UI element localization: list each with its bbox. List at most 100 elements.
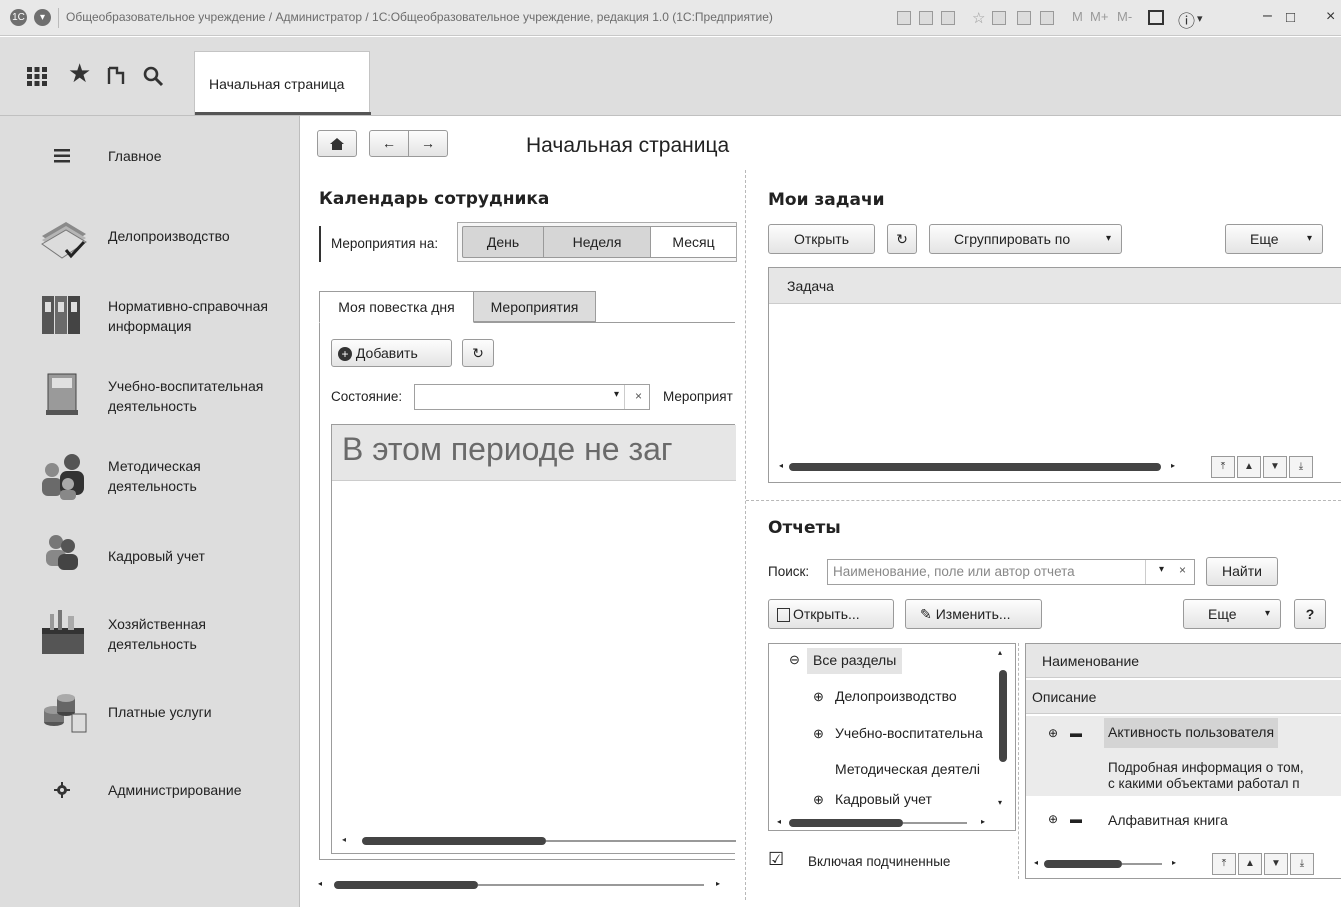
chevron-down-icon[interactable]: ▾	[1197, 12, 1203, 25]
report-search-input[interactable]: Наименование, поле или автор отчета ▾ ×	[827, 559, 1195, 585]
scroll-up-icon[interactable]: ▴	[998, 648, 1002, 657]
table-row[interactable]: ⊕ ▬ Алфавитная книга	[1026, 804, 1341, 838]
panel-layout-icon[interactable]	[1148, 10, 1164, 25]
next-row-button[interactable]: ▼	[1263, 456, 1287, 478]
scroll-left-icon[interactable]: ◂	[1034, 858, 1038, 867]
scroll-right-icon[interactable]: ▸	[716, 879, 720, 888]
tasks-open-button[interactable]: Открыть	[768, 224, 875, 254]
sidebar-item-methodical[interactable]: Методическая деятельность	[0, 442, 300, 512]
report-name-cell[interactable]: Алфавитная книга	[1108, 812, 1228, 828]
home-button[interactable]	[317, 130, 357, 157]
tree-horizontal-scrollbar[interactable]	[789, 819, 903, 827]
scroll-left-icon[interactable]: ◂	[777, 817, 781, 826]
save-icon[interactable]	[897, 11, 911, 25]
add-button[interactable]: + Добавить	[331, 339, 452, 367]
main-horizontal-scrollbar[interactable]	[334, 881, 478, 889]
period-day-button[interactable]: День	[462, 226, 544, 258]
calculator-icon[interactable]	[1017, 11, 1031, 25]
tree-toggle-icon[interactable]: ⊕	[813, 689, 824, 705]
last-row-button[interactable]: ⤓	[1290, 853, 1314, 875]
find-button[interactable]: Найти	[1206, 557, 1278, 586]
sidebar-item-records[interactable]: Делопроизводство	[0, 202, 300, 272]
help-button[interactable]: ?	[1294, 599, 1326, 629]
reports-horizontal-scrollbar[interactable]	[1044, 860, 1122, 868]
horizontal-scrollbar[interactable]	[362, 837, 546, 845]
memory-plus-button[interactable]: M+	[1090, 9, 1108, 24]
scroll-right-icon[interactable]: ▸	[1172, 858, 1176, 867]
sidebar-item-paid-services[interactable]: Платные услуги	[0, 682, 300, 752]
preview-icon[interactable]	[941, 11, 955, 25]
scroll-right-icon[interactable]: ▸	[981, 817, 985, 826]
sidebar-item-reference[interactable]: Нормативно-справочная информация	[0, 282, 300, 352]
dropdown-arrow-icon[interactable]: ▾	[614, 389, 619, 400]
tasks-refresh-button[interactable]: ↻	[887, 224, 917, 254]
refresh-button[interactable]: ↻	[462, 339, 494, 367]
search-icon[interactable]	[142, 65, 164, 91]
apps-grid-icon[interactable]	[26, 65, 48, 91]
tree-toggle-icon[interactable]: ⊕	[813, 726, 824, 742]
back-button[interactable]: ←	[369, 130, 409, 157]
state-select[interactable]: ▾ ×	[414, 384, 650, 410]
next-row-button[interactable]: ▼	[1264, 853, 1288, 875]
tree-item-records[interactable]: Делопроизводство	[835, 688, 957, 704]
tree-item-education[interactable]: Учебно-воспитательна	[835, 725, 995, 741]
sidebar-item-staff[interactable]: Кадровый учет	[0, 522, 300, 592]
last-row-button[interactable]: ⤓	[1289, 456, 1313, 478]
tasks-more-button[interactable]: Еще ▾	[1225, 224, 1323, 254]
report-open-button[interactable]: Открыть...	[768, 599, 894, 629]
reports-more-button[interactable]: Еще ▾	[1183, 599, 1281, 629]
period-week-button[interactable]: Неделя	[543, 226, 651, 258]
app-logo-icon[interactable]: 1C	[10, 9, 27, 26]
forward-button[interactable]: →	[408, 130, 448, 157]
tree-vertical-scrollbar[interactable]	[999, 670, 1007, 762]
history-icon[interactable]	[105, 65, 127, 91]
name-column-header[interactable]: Наименование	[1026, 644, 1341, 678]
scroll-left-icon[interactable]: ◂	[318, 879, 322, 888]
favorite-star-icon[interactable]: ☆	[972, 9, 985, 27]
first-row-button[interactable]: ⤒	[1211, 456, 1235, 478]
scroll-down-icon[interactable]: ▾	[998, 798, 1002, 807]
sidebar-item-main[interactable]: Главное	[0, 126, 300, 196]
include-subordinate-checkbox[interactable]: ☑	[768, 850, 784, 868]
table-row-selected[interactable]: ⊕ ▬ Активность пользователя Подробная ин…	[1026, 716, 1341, 796]
report-name-cell[interactable]: Активность пользователя	[1104, 718, 1279, 748]
close-icon[interactable]: ×	[1326, 8, 1335, 26]
sidebar-item-household[interactable]: Хозяйственная деятельность	[0, 600, 300, 670]
minimize-icon[interactable]: –	[1263, 7, 1272, 25]
scroll-left-icon[interactable]: ◂	[779, 461, 783, 470]
expand-icon[interactable]: ⊕	[1048, 812, 1058, 826]
tasks-table[interactable]: Задача ◂ ▸ ⤒ ▲ ▼ ⤓	[768, 267, 1341, 483]
scroll-right-icon[interactable]: ▸	[1171, 461, 1175, 470]
first-row-button[interactable]: ⤒	[1212, 853, 1236, 875]
report-edit-button[interactable]: ✎ Изменить...	[905, 599, 1042, 629]
description-column-header[interactable]: Описание	[1026, 680, 1341, 714]
period-month-button[interactable]: Месяц	[650, 226, 736, 258]
memory-minus-button[interactable]: M-	[1117, 9, 1132, 24]
sidebar-item-administration[interactable]: Администрирование	[0, 758, 300, 828]
expand-icon[interactable]: ⊕	[1048, 726, 1058, 740]
dropdown-arrow-icon[interactable]: ▾	[1159, 564, 1164, 575]
tab-events[interactable]: Мероприятия	[474, 291, 596, 322]
task-column-header[interactable]: Задача	[769, 268, 1341, 304]
sidebar-item-education[interactable]: Учебно-воспитательная деятельность	[0, 362, 300, 432]
calendar-icon[interactable]	[1040, 11, 1054, 25]
tab-home-page[interactable]: Начальная страница	[194, 51, 371, 115]
group-by-button[interactable]: Сгруппировать по ▾	[929, 224, 1122, 254]
scroll-left-icon[interactable]: ◂	[342, 835, 346, 844]
bookmark-icon[interactable]	[992, 11, 1006, 25]
tree-item-all-sections[interactable]: Все разделы	[807, 648, 903, 674]
tree-toggle-icon[interactable]: ⊖	[789, 652, 800, 668]
print-icon[interactable]	[919, 11, 933, 25]
maximize-icon[interactable]: □	[1286, 9, 1295, 26]
tree-item-methodical[interactable]: Методическая деятелі	[835, 761, 995, 777]
sections-tree[interactable]: ⊖ Все разделы ⊕ Делопроизводство ⊕ Учебн…	[768, 643, 1016, 831]
agenda-list[interactable]: В этом периоде не заг ◂	[331, 424, 736, 854]
tab-my-agenda[interactable]: Моя повестка дня	[319, 291, 474, 323]
tree-toggle-icon[interactable]: ⊕	[813, 792, 824, 808]
prev-row-button[interactable]: ▲	[1237, 456, 1261, 478]
info-icon[interactable]: ⓘ	[1178, 7, 1195, 32]
main-menu-icon[interactable]: ▾	[34, 9, 51, 26]
tasks-horizontal-scrollbar[interactable]	[789, 463, 1161, 471]
favorites-star-icon[interactable]: ★	[68, 60, 91, 86]
tree-item-staff[interactable]: Кадровый учет	[835, 791, 932, 807]
